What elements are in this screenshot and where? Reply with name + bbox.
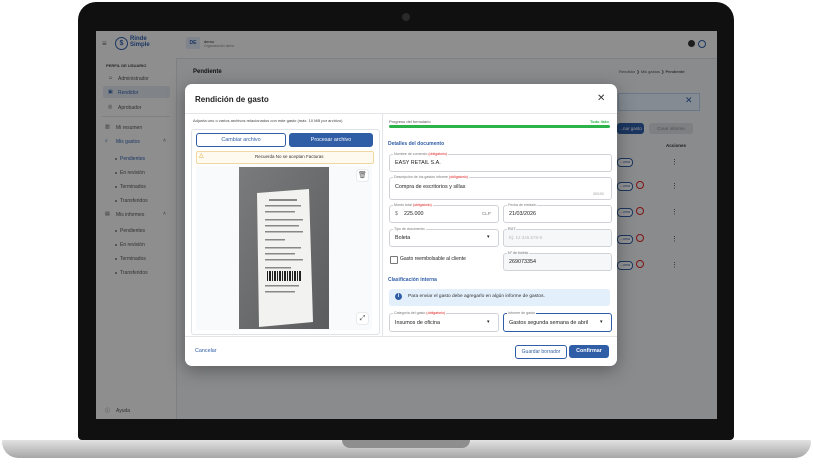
merchant-value: EASY RETAIL S.A. bbox=[395, 160, 441, 166]
description-counter: 30/100 bbox=[593, 192, 604, 196]
dropdown-arrow-icon: ▾ bbox=[487, 234, 490, 240]
date-value: 21/03/2026 bbox=[509, 211, 536, 217]
receipt-image bbox=[239, 167, 329, 329]
document-number-field[interactable]: N° de boleta 269073354 bbox=[503, 251, 612, 271]
expense-modal: Rendición de gasto ✕ Adjunta uno o vario… bbox=[185, 84, 617, 366]
progress-fill bbox=[389, 125, 610, 128]
divider bbox=[185, 113, 617, 114]
column-divider bbox=[382, 114, 383, 336]
app-screen: ≡ $ Rinde Simple DE demo Organización dem… bbox=[96, 31, 717, 419]
divider bbox=[185, 336, 617, 337]
amount-label: Monto total (obligatorio) bbox=[393, 203, 433, 207]
warning-text: Recuerda No se aceptan Facturas bbox=[255, 154, 324, 159]
merchant-field[interactable]: Nombre de comercio (obligatorio) EASY RE… bbox=[389, 152, 612, 172]
rut-placeholder: Ej: 12.345.678-9 bbox=[509, 235, 543, 240]
progress-status: Todo listo bbox=[590, 119, 609, 124]
process-file-button[interactable]: Procesar archivo bbox=[289, 133, 373, 147]
document-type-value: Boleta bbox=[395, 235, 411, 241]
attach-hint: Adjunta uno o varios archivos relacionad… bbox=[193, 118, 343, 123]
category-label: Categoría del gasto (obligatorio) bbox=[393, 311, 447, 315]
modal-title: Rendición de gasto bbox=[195, 95, 269, 104]
progress-track bbox=[389, 125, 610, 128]
warning-icon: △ bbox=[199, 153, 204, 159]
info-icon: i bbox=[395, 293, 402, 300]
progress-label: Progreso del formulario bbox=[389, 119, 431, 124]
category-value: Insumos de oficina bbox=[395, 320, 440, 326]
laptop-notch bbox=[342, 440, 470, 448]
confirm-button[interactable]: Confirmar bbox=[569, 345, 609, 358]
report-value: Gastos segunda semana de abril bbox=[509, 320, 589, 326]
rut-label: RUT bbox=[507, 227, 517, 231]
description-field[interactable]: Descripción de los gastos informe (oblig… bbox=[389, 175, 612, 200]
section-classification-heading: Clasificación interna bbox=[388, 277, 437, 283]
reimbursable-label: Gasto reembolsable al cliente bbox=[400, 256, 466, 262]
dropdown-arrow-icon: ▾ bbox=[600, 319, 603, 325]
document-number-label: N° de boleta bbox=[507, 251, 529, 255]
report-label: Informe de gasto bbox=[507, 311, 536, 315]
category-select[interactable]: Categoría del gasto (obligatorio) Insumo… bbox=[389, 311, 499, 332]
rut-field[interactable]: RUT Ej: 12.345.678-9 bbox=[503, 227, 612, 247]
description-value: Compra de escritorios y sillas bbox=[395, 184, 466, 190]
currency-symbol: $ bbox=[395, 211, 398, 217]
document-number-value: 269073354 bbox=[509, 259, 536, 265]
expand-image-icon[interactable]: ⤢ bbox=[357, 313, 368, 324]
webcam bbox=[402, 13, 410, 21]
amount-field[interactable]: Monto total (obligatorio) $ 225.000 CLP bbox=[389, 203, 499, 223]
change-file-button[interactable]: Cambiar archivo bbox=[196, 133, 286, 147]
date-label: Fecha de emisión bbox=[507, 203, 538, 207]
info-banner: i Para enviar el gasto debe agregarlo en… bbox=[389, 289, 610, 306]
amount-value: 225.000 bbox=[404, 211, 424, 217]
cancel-button[interactable]: Cancelar bbox=[195, 348, 217, 354]
info-text: Para enviar el gasto debe agregarlo en a… bbox=[408, 294, 545, 299]
close-icon[interactable]: ✕ bbox=[597, 93, 605, 104]
document-type-label: Tipo de documento bbox=[393, 227, 426, 231]
report-select[interactable]: Informe de gasto Gastos segunda semana d… bbox=[503, 311, 612, 332]
date-field[interactable]: Fecha de emisión 21/03/2026 bbox=[503, 203, 612, 223]
reimbursable-checkbox[interactable] bbox=[390, 256, 398, 264]
currency-code: CLP bbox=[482, 211, 491, 216]
merchant-label: Nombre de comercio (obligatorio) bbox=[393, 152, 449, 156]
trash-icon[interactable]: 🗑 bbox=[357, 170, 368, 181]
description-label: Descripción de los gastos informe (oblig… bbox=[393, 175, 469, 179]
document-type-select[interactable]: Tipo de documento Boleta ▾ bbox=[389, 227, 499, 247]
save-draft-button[interactable]: Guardar borrador bbox=[515, 345, 567, 359]
section-details-heading: Detalles del documento bbox=[388, 141, 445, 147]
dropdown-arrow-icon: ▾ bbox=[487, 319, 490, 325]
